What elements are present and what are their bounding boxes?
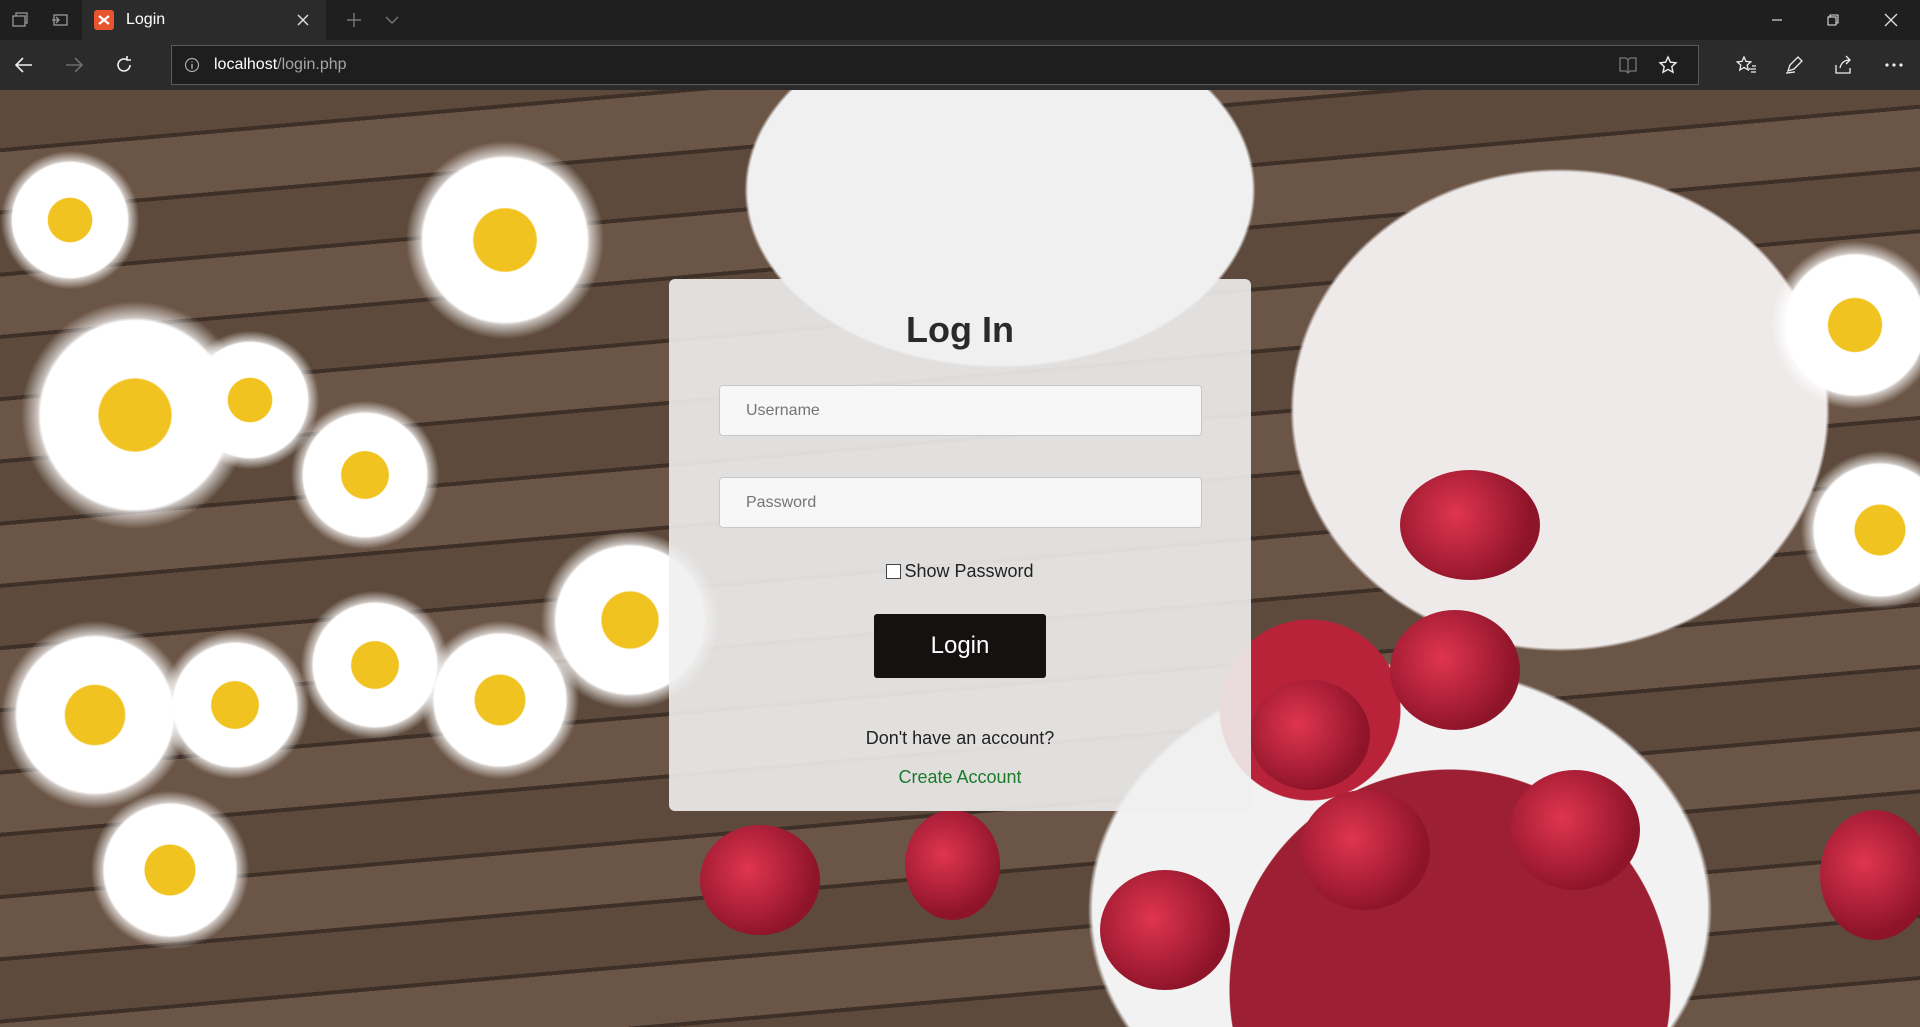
pen-icon[interactable] [1770, 40, 1818, 90]
create-account-link[interactable]: Create Account [669, 767, 1251, 788]
info-icon[interactable] [182, 55, 202, 75]
background-raspberry [1510, 770, 1640, 890]
show-password-label: Show Password [904, 561, 1034, 581]
background-raspberry [1390, 610, 1520, 730]
url-text[interactable]: localhost/login.php [214, 56, 1608, 74]
background-flower [300, 590, 450, 740]
minimize-icon[interactable] [1752, 0, 1802, 40]
close-window-icon[interactable] [1866, 0, 1916, 40]
forward-icon[interactable] [50, 40, 98, 90]
background-raspberry [1820, 810, 1920, 940]
login-button[interactable]: Login [874, 614, 1046, 678]
background-flower [1800, 450, 1920, 610]
background-flower [1770, 240, 1920, 410]
no-account-text: Don't have an account? [865, 728, 1055, 748]
url-host: localhost [214, 56, 278, 73]
close-tab-icon[interactable] [292, 9, 314, 31]
tab-login[interactable]: Login [82, 0, 326, 40]
background-flower [290, 400, 440, 550]
password-input[interactable] [719, 477, 1202, 528]
background-raspberry [700, 825, 820, 935]
new-tab-icon[interactable] [338, 0, 370, 40]
favorites-icon[interactable] [1722, 40, 1770, 90]
background-flower [405, 140, 605, 340]
background-raspberry [905, 810, 1000, 920]
chevron-down-icon[interactable] [376, 0, 408, 40]
background-raspberry [1400, 470, 1540, 580]
more-icon[interactable] [1870, 40, 1918, 90]
background-raspberry [1250, 680, 1370, 790]
address-bar[interactable]: localhost/login.php [171, 45, 1699, 85]
tab-bar: Login [0, 0, 1920, 40]
background-flower [90, 790, 250, 950]
url-path: /login.php [277, 56, 347, 73]
page-title: Log In [906, 309, 1014, 350]
background-flower [160, 630, 310, 780]
show-password-checkbox[interactable] [886, 564, 902, 579]
navigation-bar: localhost/login.php [0, 40, 1920, 90]
share-icon[interactable] [1820, 40, 1868, 90]
refresh-icon[interactable] [100, 40, 148, 90]
tabs-aside-icon[interactable] [40, 0, 80, 40]
tab-set-aside-icon[interactable] [0, 0, 40, 40]
tab-title: Login [126, 11, 166, 28]
background-flower [0, 150, 140, 290]
background-raspberry [1100, 870, 1230, 990]
reading-view-icon[interactable] [1608, 46, 1648, 84]
background-raspberry [1300, 790, 1430, 910]
username-input[interactable] [719, 385, 1202, 436]
back-icon[interactable] [0, 40, 48, 90]
show-password-toggle[interactable]: Show Password [669, 561, 1251, 582]
login-card: Log In Show Password Login Don't have an… [669, 279, 1251, 811]
favorite-star-icon[interactable] [1648, 46, 1688, 84]
restore-icon[interactable] [1808, 0, 1858, 40]
xampp-icon [94, 10, 114, 30]
